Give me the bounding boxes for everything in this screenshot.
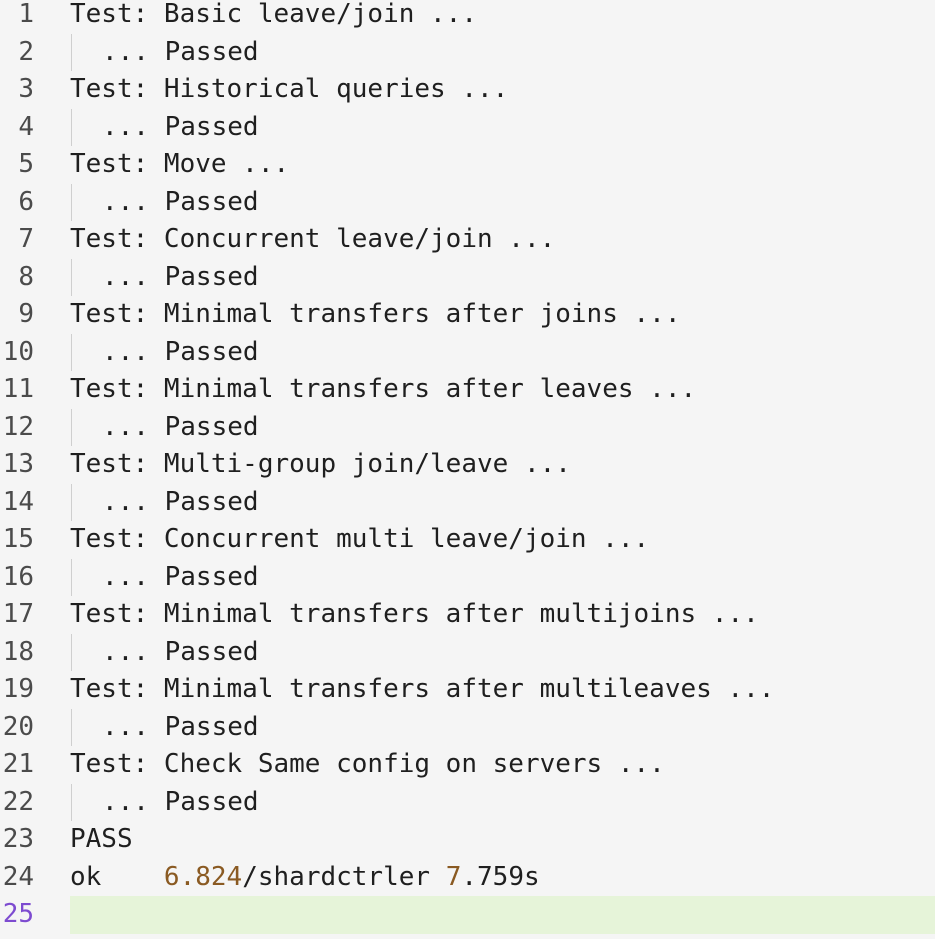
code-line[interactable]: 16 ... Passed xyxy=(0,558,935,596)
line-number: 8 xyxy=(18,261,34,292)
line-number: 4 xyxy=(18,111,34,142)
number-token: 6 xyxy=(163,861,180,892)
code-line[interactable]: 23 PASS xyxy=(0,821,935,859)
line-number: 18 xyxy=(2,636,34,667)
line-number: 16 xyxy=(2,561,34,592)
line-text: PASS xyxy=(70,824,133,854)
code-editor[interactable]: 1 Test: Basic leave/join ... 2 ... Passed 3 T… xyxy=(0,0,935,935)
number-token: 7 xyxy=(445,861,462,892)
code-line[interactable]: 9 Test: Minimal transfers after joins ... xyxy=(0,296,935,334)
line-text: Test: Concurrent multi leave/join ... xyxy=(70,524,650,554)
line-text: ... Passed xyxy=(102,186,259,217)
code-line[interactable]: 14 ... Passed xyxy=(0,483,935,521)
line-text: ... Passed xyxy=(102,411,259,442)
code-line[interactable]: 15 Test: Concurrent multi leave/join ... xyxy=(0,521,935,559)
line-text: ... Passed xyxy=(102,636,259,667)
line-text: Test: Minimal transfers after multijoins… xyxy=(70,599,759,629)
indent-guide xyxy=(71,33,72,71)
line-number: 20 xyxy=(2,711,34,742)
line-text: Test: Minimal transfers after leaves ... xyxy=(70,374,697,404)
code-line[interactable]: 12 ... Passed xyxy=(0,408,935,446)
indent-guide xyxy=(71,708,72,746)
code-line[interactable]: 11 Test: Minimal transfers after leaves .… xyxy=(0,371,935,409)
line-number: 15 xyxy=(2,524,34,554)
line-number: 12 xyxy=(2,411,34,442)
line-number: 24 xyxy=(2,861,34,892)
text-token: ok xyxy=(70,861,164,892)
line-text: Test: Concurrent leave/join ... xyxy=(70,224,556,254)
line-number: 1 xyxy=(18,0,34,29)
indent-guide xyxy=(71,183,72,221)
line-text: Test: Historical queries ... xyxy=(70,74,509,104)
line-number: 22 xyxy=(2,786,34,817)
text-token: /shardctrler xyxy=(242,861,446,892)
indent-guide xyxy=(71,333,72,371)
line-text: Test: Minimal transfers after joins ... xyxy=(70,299,681,329)
line-text: ok 6.824/shardctrler 7.759s xyxy=(70,859,935,897)
code-line[interactable]: 18 ... Passed xyxy=(0,633,935,671)
line-number: 19 xyxy=(2,674,34,704)
indent-guide xyxy=(71,558,72,596)
code-line[interactable]: 8 ... Passed xyxy=(0,258,935,296)
indent-guide xyxy=(71,108,72,146)
code-line[interactable]: 19 Test: Minimal transfers after multilea… xyxy=(0,671,935,709)
line-number: 9 xyxy=(18,299,34,329)
line-number: 5 xyxy=(18,149,34,179)
text-token: .759s xyxy=(461,861,540,892)
line-text: ... Passed xyxy=(102,561,259,592)
line-text: Test: Minimal transfers after multileave… xyxy=(70,674,775,704)
code-line[interactable]: 24 ok 6.824/shardctrler 7.759s xyxy=(0,859,935,897)
code-line[interactable]: 13 Test: Multi-group join/leave ... xyxy=(0,446,935,484)
code-line[interactable]: 2 ... Passed xyxy=(0,33,935,71)
number-token: .824 xyxy=(179,861,243,892)
line-text: Test: Basic leave/join ... xyxy=(70,0,477,29)
code-line[interactable]: 20 ... Passed xyxy=(0,708,935,746)
line-text: ... Passed xyxy=(102,261,259,292)
code-line[interactable]: 3 Test: Historical queries ... xyxy=(0,71,935,109)
line-text: ... Passed xyxy=(102,486,259,517)
line-number: 17 xyxy=(2,599,34,629)
code-line[interactable]: 10 ... Passed xyxy=(0,333,935,371)
line-text: Test: Multi-group join/leave ... xyxy=(70,449,571,479)
indent-guide xyxy=(71,408,72,446)
line-number: 14 xyxy=(2,486,34,517)
line-text: ... Passed xyxy=(102,711,259,742)
line-number: 2 xyxy=(18,36,34,67)
current-line-highlight xyxy=(70,896,935,934)
indent-guide xyxy=(71,483,72,521)
line-text: ... Passed xyxy=(102,786,259,817)
code-line[interactable]: 6 ... Passed xyxy=(0,183,935,221)
line-text: ... Passed xyxy=(102,336,259,367)
line-text: Test: Check Same config on servers ... xyxy=(70,749,665,779)
code-line[interactable]: 4 ... Passed xyxy=(0,108,935,146)
indent-guide xyxy=(71,783,72,821)
line-text: Test: Move ... xyxy=(70,149,290,179)
code-line[interactable]: 7 Test: Concurrent leave/join ... xyxy=(0,221,935,259)
code-line[interactable]: 25 xyxy=(0,896,935,934)
code-line[interactable]: 21 Test: Check Same config on servers ... xyxy=(0,746,935,784)
line-text: ... Passed xyxy=(102,111,259,142)
line-number: 25 xyxy=(2,899,34,929)
line-number: 7 xyxy=(18,224,34,254)
line-number: 3 xyxy=(18,74,34,104)
line-text: ... Passed xyxy=(102,36,259,67)
line-number: 10 xyxy=(2,336,34,367)
line-number: 23 xyxy=(2,824,34,854)
line-number: 13 xyxy=(2,449,34,479)
line-number: 6 xyxy=(18,186,34,217)
code-line[interactable]: 1 Test: Basic leave/join ... xyxy=(0,0,935,34)
code-line[interactable]: 17 Test: Minimal transfers after multijoi… xyxy=(0,596,935,634)
code-line[interactable]: 5 Test: Move ... xyxy=(0,146,935,184)
line-number: 21 xyxy=(2,749,34,779)
indent-guide xyxy=(71,258,72,296)
code-line[interactable]: 22 ... Passed xyxy=(0,783,935,821)
line-number: 11 xyxy=(2,374,34,404)
indent-guide xyxy=(71,633,72,671)
